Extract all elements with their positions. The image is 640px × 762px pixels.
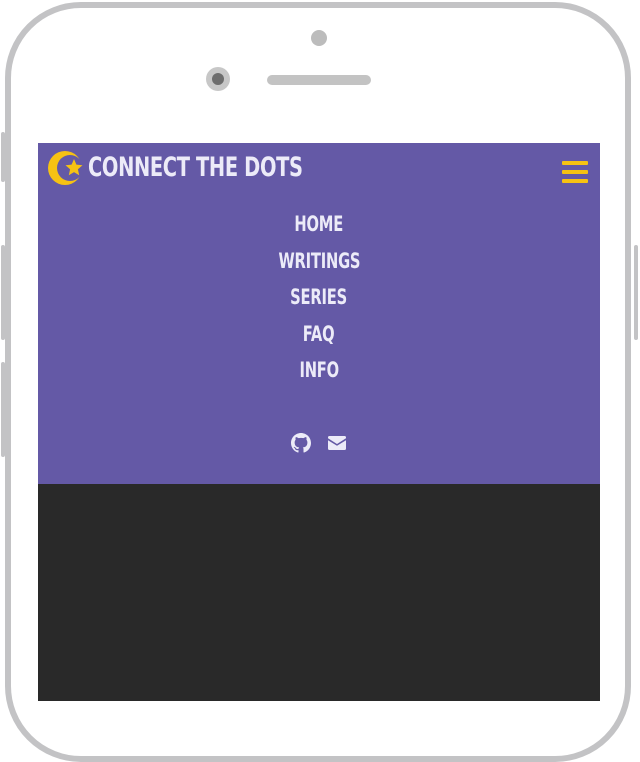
social-links: [38, 433, 600, 453]
nav-link-info[interactable]: INFO: [299, 357, 339, 383]
front-camera-lens: [206, 67, 230, 91]
main-nav: HOME WRITINGS SERIES FAQ INFO: [38, 211, 600, 394]
phone-screen: CONNECT THE DOTS HOME WRITINGS SERIES FA…: [38, 143, 600, 701]
nav-item-series: SERIES: [38, 284, 600, 321]
site-title[interactable]: CONNECT THE DOTS: [88, 151, 303, 185]
front-camera-dot: [311, 30, 327, 46]
phone-side-button: [1, 132, 5, 182]
hamburger-menu-icon: [562, 170, 588, 174]
nav-link-series[interactable]: SERIES: [291, 284, 348, 310]
nav-link-writings[interactable]: WRITINGS: [278, 248, 360, 274]
nav-item-writings: WRITINGS: [38, 248, 600, 285]
email-icon: [328, 436, 346, 450]
nav-item-info: INFO: [38, 357, 600, 394]
nav-item-faq: FAQ: [38, 321, 600, 358]
nav-link-faq[interactable]: FAQ: [303, 321, 335, 347]
phone-side-button: [1, 245, 5, 340]
github-icon: [291, 433, 311, 453]
crescent-star-logo-icon: [48, 148, 88, 188]
nav-item-home: HOME: [38, 211, 600, 248]
hamburger-menu-button[interactable]: [562, 159, 588, 184]
site-logo-link[interactable]: [48, 148, 88, 188]
page-content-area: [38, 484, 600, 701]
site-header: CONNECT THE DOTS HOME WRITINGS SERIES FA…: [38, 143, 600, 484]
phone-side-button: [1, 362, 5, 457]
phone-side-button: [634, 245, 638, 340]
nav-link-home[interactable]: HOME: [295, 211, 344, 237]
hamburger-menu-icon: [562, 161, 588, 165]
earpiece-speaker: [267, 75, 371, 85]
email-link[interactable]: [327, 433, 347, 453]
hamburger-menu-icon: [562, 179, 588, 183]
github-link[interactable]: [291, 433, 311, 453]
